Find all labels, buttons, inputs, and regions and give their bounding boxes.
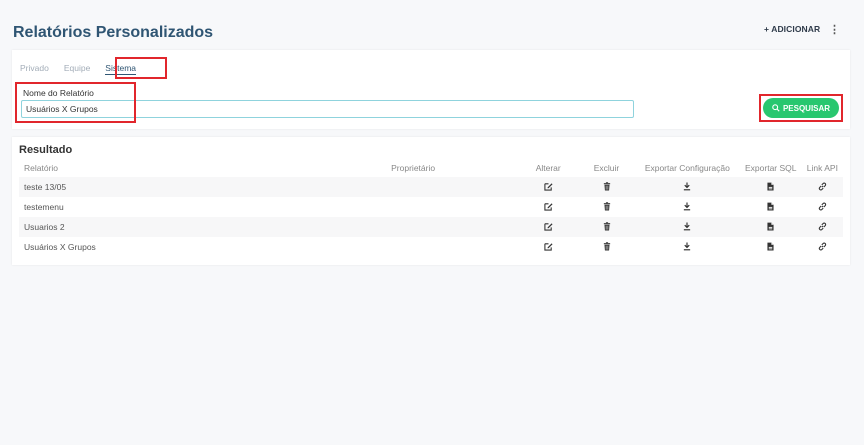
col-export-sql: Exportar SQL [745, 162, 797, 173]
table-row: Usuarios 2 [19, 217, 843, 237]
tab-sistema[interactable]: Sistema [105, 63, 137, 75]
file-icon[interactable] [767, 202, 774, 213]
col-edit: Alterar [535, 162, 561, 173]
download-icon[interactable] [683, 222, 691, 233]
download-icon[interactable] [683, 182, 691, 193]
delete-button-cell [578, 217, 635, 237]
export-sql-button-cell [739, 217, 802, 237]
owner-cell [386, 217, 519, 237]
search-button[interactable]: PESQUISAR [763, 98, 839, 118]
filter-card: Privado Equipe Sistema Nome do Relatório… [12, 50, 850, 129]
report-name-cell: Usuários X Grupos [24, 242, 96, 252]
col-owner: Proprietário [391, 162, 436, 173]
report-name-cell: teste 13/05 [19, 177, 387, 197]
edit-button-cell [518, 177, 579, 197]
search-icon [772, 104, 780, 112]
edit-icon[interactable] [544, 202, 553, 213]
more-vertical-icon[interactable]: ⋮ [829, 23, 840, 36]
col-export-config: Exportar Configuração [644, 162, 730, 173]
edit-icon[interactable] [544, 222, 553, 233]
link-icon[interactable] [818, 242, 827, 253]
download-icon[interactable] [683, 242, 691, 253]
table-row: testemenu [19, 197, 843, 217]
trash-icon[interactable] [603, 201, 611, 213]
link-api-button-cell [801, 217, 843, 237]
table-row: Usuários X Grupos [19, 237, 843, 257]
export-config-button-cell [635, 237, 740, 257]
search-button-label: PESQUISAR [782, 103, 831, 113]
table-header: Relatório Proprietário Alterar Excluir E… [19, 158, 843, 177]
report-name-cell: testemenu [24, 202, 64, 212]
result-table: Relatório Proprietário Alterar Excluir E… [19, 158, 843, 257]
report-name-cell: Usuarios 2 [19, 217, 387, 237]
file-icon[interactable] [767, 182, 774, 193]
export-sql-button-cell [739, 177, 802, 197]
trash-icon[interactable] [603, 241, 611, 253]
export-config-button-cell [634, 217, 740, 237]
tab-privado[interactable]: Privado [20, 63, 49, 75]
tab-equipe[interactable]: Equipe [64, 63, 90, 75]
edit-icon[interactable] [544, 242, 553, 253]
delete-button-cell [578, 177, 635, 197]
add-button[interactable]: + ADICIONAR [764, 24, 820, 34]
export-sql-button-cell [740, 237, 802, 257]
link-api-button-cell [802, 237, 843, 257]
export-sql-button-cell [740, 197, 802, 217]
owner-cell [386, 237, 518, 257]
col-link-api: Link API [806, 162, 838, 173]
trash-icon[interactable] [603, 181, 611, 193]
link-icon[interactable] [818, 182, 827, 193]
trash-icon[interactable] [603, 221, 611, 233]
delete-button-cell [578, 237, 635, 257]
delete-button-cell [578, 197, 635, 217]
edit-button-cell [518, 237, 578, 257]
col-delete: Excluir [593, 162, 620, 173]
owner-cell [386, 197, 518, 217]
report-name-input[interactable] [21, 100, 634, 118]
result-title: Resultado [19, 144, 73, 156]
file-icon[interactable] [767, 242, 774, 253]
link-icon[interactable] [818, 222, 827, 233]
page-title: Relatórios Personalizados [13, 24, 214, 41]
link-api-button-cell [802, 197, 843, 217]
export-config-button-cell [635, 197, 740, 217]
edit-button-cell [518, 197, 578, 217]
link-icon[interactable] [818, 202, 827, 213]
edit-button-cell [518, 217, 579, 237]
table-row: teste 13/05 [19, 177, 843, 197]
col-report: Relatório [24, 162, 59, 173]
owner-cell [386, 177, 519, 197]
export-config-button-cell [634, 177, 740, 197]
result-card: Resultado Relatório Proprietário Alterar… [12, 137, 850, 265]
download-icon[interactable] [683, 202, 691, 213]
tab-bar: Privado Equipe Sistema [20, 63, 151, 75]
link-api-button-cell [801, 177, 843, 197]
edit-icon[interactable] [544, 182, 553, 193]
report-name-label: Nome do Relatório [23, 88, 94, 98]
file-icon[interactable] [767, 222, 774, 233]
